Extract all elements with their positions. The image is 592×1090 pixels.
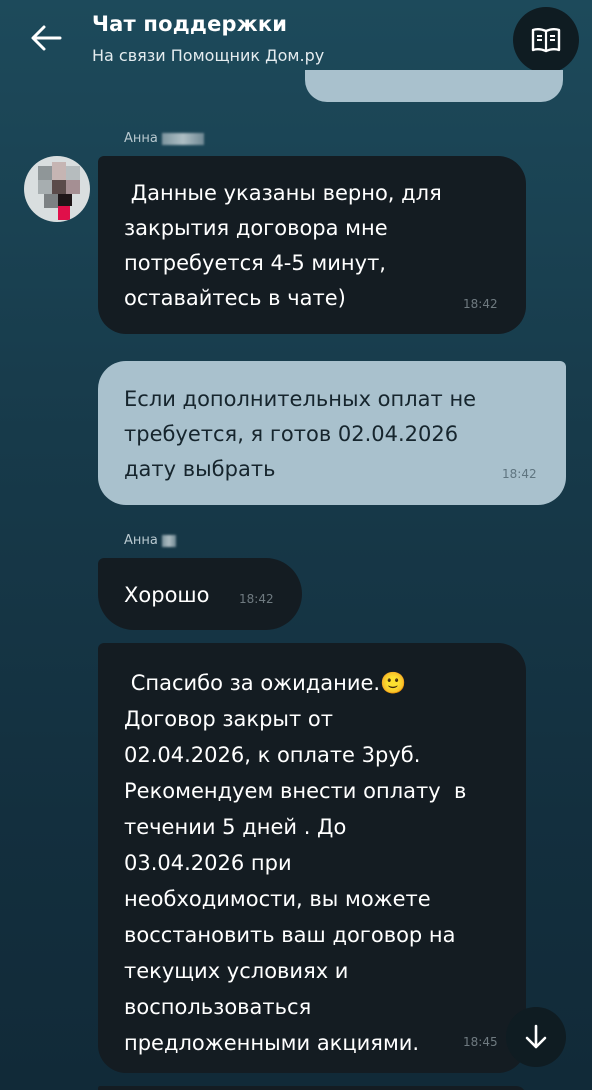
- knowledge-base-button[interactable]: [513, 7, 579, 73]
- operator-message: Хорошо 18:42: [98, 558, 302, 630]
- redacted-name: [161, 132, 204, 145]
- message-time: 18:42: [463, 297, 498, 311]
- message-time: 18:45: [463, 1035, 498, 1049]
- redacted-name: [161, 534, 176, 547]
- next-message-bubble: [98, 1086, 526, 1090]
- sender-label: Анна: [124, 533, 158, 548]
- sender-name: Анна: [124, 131, 204, 146]
- back-button[interactable]: [26, 20, 66, 56]
- arrow-down-icon: [525, 1024, 547, 1049]
- arrow-left-icon: [31, 25, 62, 51]
- message-text: Данные указаны верно, для закрытия догов…: [124, 181, 442, 310]
- book-icon: [531, 28, 561, 53]
- operator-message: Данные указаны верно, для закрытия догов…: [98, 156, 526, 334]
- message-text: Спасибо за ожидание.🙂 Договор закрыт от …: [124, 671, 467, 1055]
- message-text: Если дополнительных оплат не требуется, …: [124, 387, 477, 481]
- operator-avatar: [24, 156, 90, 222]
- chat-subtitle: На связи Помощник Дом.ру: [92, 46, 325, 65]
- sender-name: Анна: [124, 533, 176, 548]
- message-time: 18:42: [239, 592, 274, 606]
- sender-label: Анна: [124, 131, 158, 146]
- previous-message-bubble: [305, 70, 563, 102]
- chat-title: Чат поддержки: [92, 12, 288, 36]
- user-message: Если дополнительных оплат не требуется, …: [98, 361, 566, 505]
- operator-message: Спасибо за ожидание.🙂 Договор закрыт от …: [98, 643, 526, 1073]
- scroll-down-button[interactable]: [506, 1007, 566, 1067]
- message-time: 18:42: [502, 467, 537, 481]
